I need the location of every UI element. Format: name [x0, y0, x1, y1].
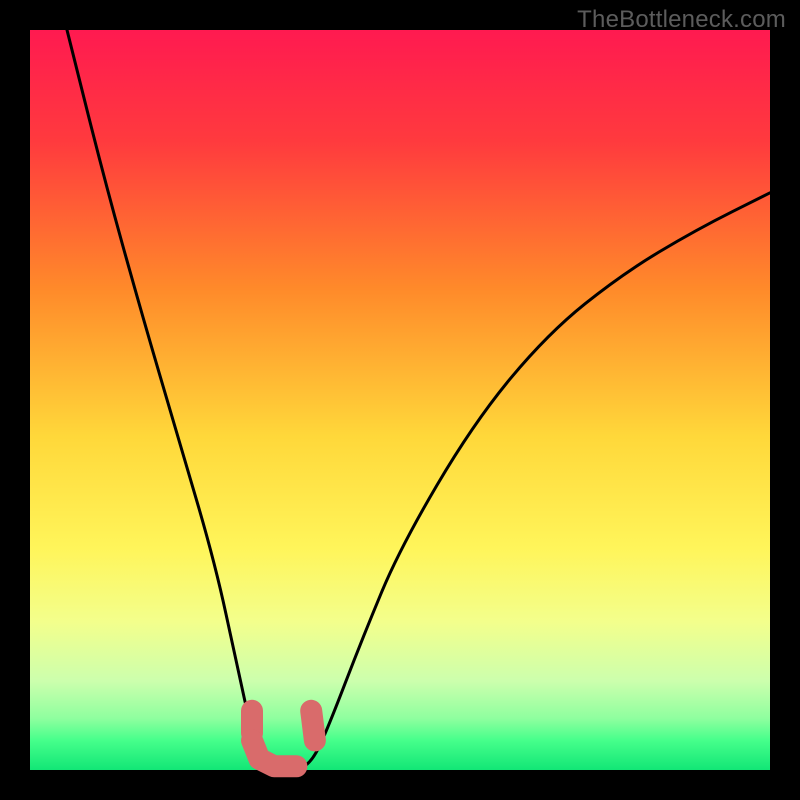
bottleneck-curve [67, 30, 770, 770]
left-elbow [252, 740, 296, 766]
watermark-text: TheBottleneck.com [577, 6, 786, 34]
curve-layer [30, 30, 770, 770]
highlight-group [252, 711, 315, 767]
chart-frame: TheBottleneck.com [0, 0, 800, 800]
right-dot [311, 711, 315, 741]
